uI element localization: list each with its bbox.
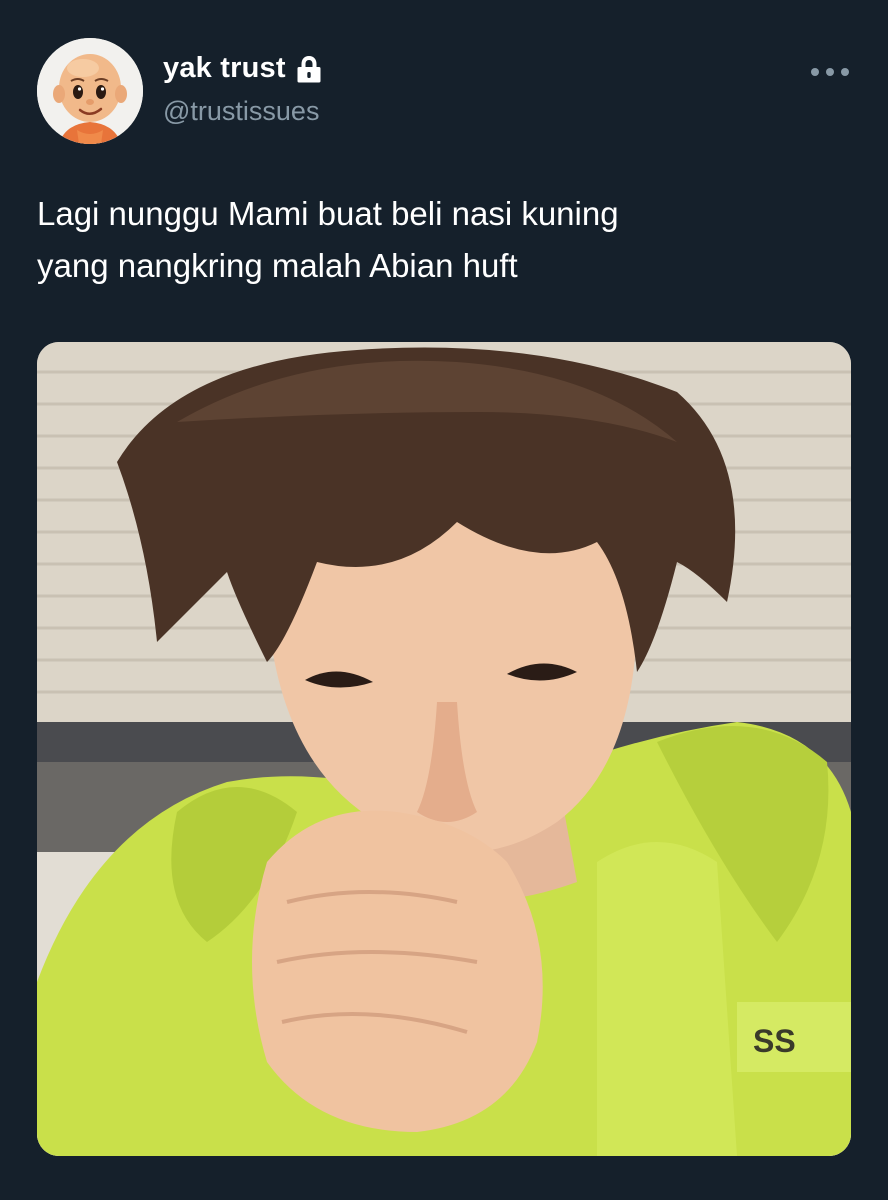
avatar[interactable] — [37, 38, 143, 144]
tweet-card: yak trust @trustissues Lagi nunggu Mami … — [0, 0, 888, 1200]
user-handle[interactable]: @trustissues — [163, 96, 319, 127]
more-horizontal-icon[interactable] — [806, 60, 854, 84]
user-name-row: yak trust — [163, 52, 322, 85]
tweet-text: Lagi nunggu Mami buat beli nasi kuning y… — [37, 195, 619, 284]
photo-image: SS — [37, 342, 851, 1156]
display-name[interactable]: yak trust — [163, 52, 286, 85]
hoodie-logo-text: SS — [753, 1023, 796, 1059]
tweet-photo[interactable]: SS — [37, 342, 851, 1156]
lock-icon — [296, 54, 322, 84]
avatar-image — [37, 38, 143, 144]
